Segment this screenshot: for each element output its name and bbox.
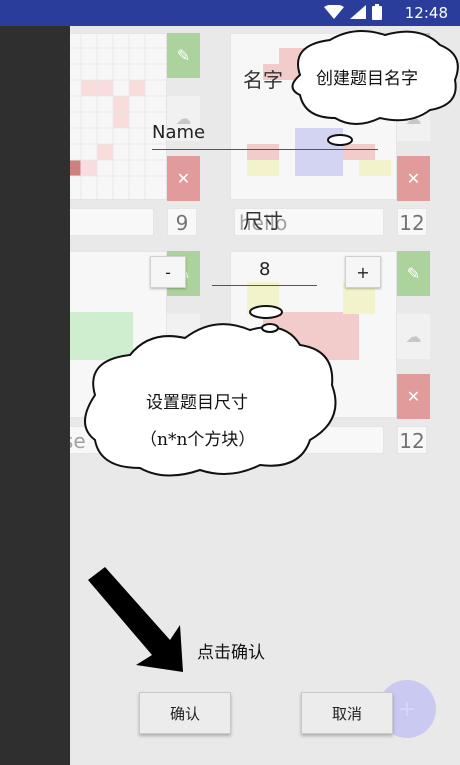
middle-cloud-bubble-1: [249, 305, 283, 319]
cloud-middle-line1: 设置题目尺寸: [146, 393, 248, 413]
arrow-graphic: [88, 567, 183, 672]
cloud-top-text: 创建题目名字: [316, 69, 418, 89]
middle-cloud-bubble-2: [261, 323, 279, 333]
top-cloud-bubble-1: [327, 134, 353, 146]
cloud-middle-line2: （n*n个方块）: [140, 430, 256, 450]
hint-click-confirm: 点击确认: [197, 643, 265, 663]
